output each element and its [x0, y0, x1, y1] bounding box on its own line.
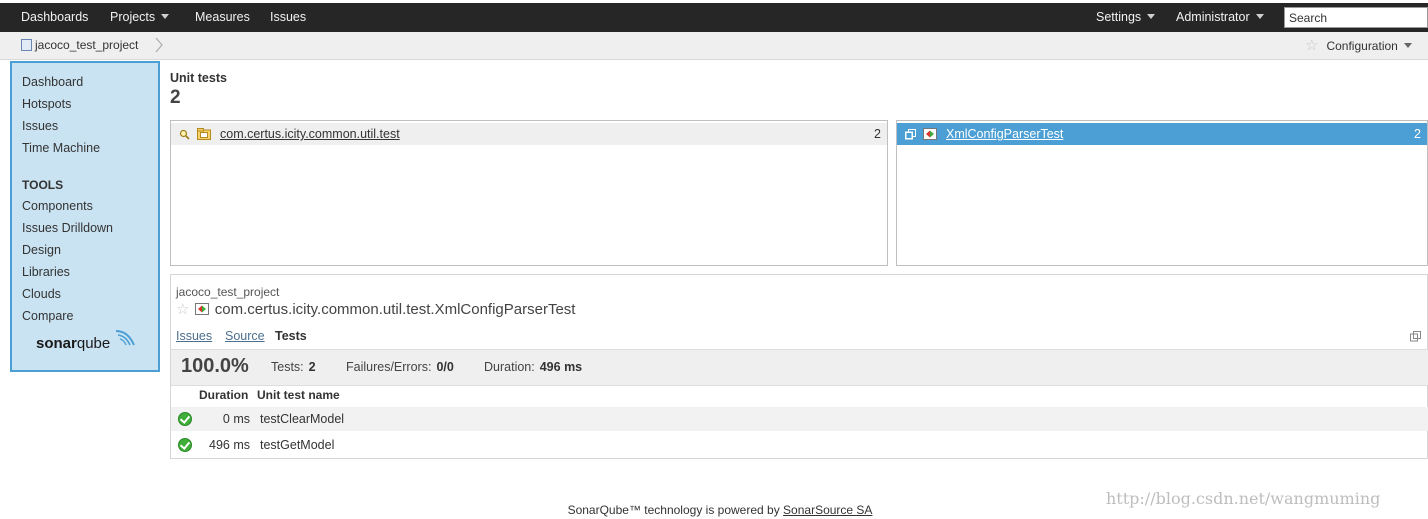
logo-waves-icon — [115, 330, 135, 346]
configuration-menu[interactable]: ☆ Configuration — [1305, 32, 1412, 59]
sidebar-item-hotspots[interactable]: Hotspots — [22, 97, 71, 111]
chevron-down-icon — [1403, 43, 1412, 49]
test-class-icon — [923, 128, 937, 140]
star-icon[interactable]: ☆ — [1305, 37, 1318, 54]
nav-settings[interactable]: Settings — [1096, 3, 1156, 32]
sidebar-item-compare[interactable]: Compare — [22, 309, 73, 323]
package-test-count: 2 — [874, 127, 881, 141]
package-link[interactable]: com.certus.icity.common.util.test — [220, 123, 400, 145]
sidebar-item-dashboard[interactable]: Dashboard — [22, 75, 83, 89]
sidebar-item-issues-drilldown[interactable]: Issues Drilldown — [22, 221, 113, 235]
file-link[interactable]: XmlConfigParserTest — [946, 123, 1063, 145]
logo-text-light: qube — [76, 335, 111, 352]
tab-issues[interactable]: Issues — [176, 329, 212, 343]
breadcrumb-arrow-icon — [155, 37, 163, 53]
logo-text-bold: sonar — [36, 335, 77, 352]
list-item-selected[interactable]: XmlConfigParserTest 2 — [897, 123, 1427, 145]
breadcrumb-bar: jacoco_test_project ☆ Configuration — [0, 32, 1428, 60]
magnifier-icon[interactable] — [179, 129, 190, 140]
open-in-window-icon[interactable] — [1410, 331, 1421, 342]
breadcrumb-project: jacoco_test_project — [35, 38, 139, 52]
unit-tests-count: 2 — [170, 87, 181, 108]
chevron-down-icon — [1255, 14, 1264, 20]
footer-link[interactable]: SonarSource SA — [783, 503, 872, 517]
duration-value: 496 ms — [539, 360, 583, 374]
tests-label: Tests: — [271, 360, 304, 374]
failures-metric: Failures/Errors: 0/0 — [346, 360, 454, 374]
column-header-test-name[interactable]: Unit test name — [257, 388, 340, 402]
sidebar-item-clouds[interactable]: Clouds — [22, 287, 61, 301]
tests-metric: Tests: 2 — [271, 360, 316, 374]
footer-text: SonarQube™ technology is powered by — [567, 503, 780, 517]
tab-source[interactable]: Source — [225, 329, 265, 343]
duration-label: Duration: — [484, 360, 535, 374]
test-summary-bar: 100.0% Tests: 2 Failures/Errors: 0/0 Durat… — [171, 349, 1428, 386]
files-column: XmlConfigParserTest 2 — [896, 120, 1428, 266]
top-navbar: Dashboards Projects Measures Issues Sett… — [0, 3, 1428, 32]
nav-administrator-label: Administrator — [1176, 10, 1250, 24]
test-duration: 496 ms — [209, 438, 250, 452]
sidebar: Dashboard Hotspots Issues Time Machine T… — [10, 61, 160, 372]
detail-project-name: jacoco_test_project — [176, 285, 280, 299]
nav-settings-label: Settings — [1096, 10, 1142, 24]
configuration-label: Configuration — [1326, 39, 1398, 53]
list-item[interactable]: com.certus.icity.common.util.test 2 — [171, 123, 887, 145]
test-name: testClearModel — [260, 412, 345, 426]
open-in-window-icon[interactable] — [905, 129, 916, 140]
success-check-icon — [178, 438, 192, 452]
star-icon[interactable]: ☆ — [176, 301, 189, 318]
nav-measures[interactable]: Measures — [195, 3, 250, 32]
chevron-down-icon — [161, 14, 170, 20]
nav-projects[interactable]: Projects — [110, 3, 170, 32]
watermark: http://blog.csdn.net/wangmuming — [1106, 489, 1381, 508]
column-header-duration[interactable]: Duration — [199, 388, 248, 402]
sidebar-item-time-machine[interactable]: Time Machine — [22, 141, 100, 155]
nav-projects-label: Projects — [110, 10, 156, 24]
table-row[interactable]: 496 ms testGetModel — [171, 433, 1428, 457]
page-title: Unit tests — [170, 71, 227, 85]
sidebar-tools-heading: TOOLS — [22, 178, 64, 192]
failures-value: 0/0 — [436, 360, 454, 374]
sidebar-item-libraries[interactable]: Libraries — [22, 265, 70, 279]
detail-file-name: ☆ com.certus.icity.common.util.test.XmlC… — [176, 300, 575, 318]
test-name: testGetModel — [260, 438, 335, 452]
test-duration: 0 ms — [222, 412, 250, 426]
test-class-icon — [194, 303, 209, 315]
packages-column: com.certus.icity.common.util.test 2 — [170, 120, 888, 266]
failures-label: Failures/Errors: — [346, 360, 432, 374]
chevron-down-icon — [1147, 14, 1156, 20]
nav-administrator[interactable]: Administrator — [1176, 3, 1264, 32]
success-rate: 100.0% — [181, 355, 249, 377]
duration-metric: Duration: 496 ms — [484, 360, 582, 374]
nav-dashboards[interactable]: Dashboards — [21, 3, 88, 32]
sidebar-item-design[interactable]: Design — [22, 243, 61, 257]
sidebar-item-components[interactable]: Components — [22, 199, 93, 213]
detail-file-name-text: com.certus.icity.common.util.test.XmlCon… — [214, 301, 576, 318]
tab-tests[interactable]: Tests — [275, 329, 307, 343]
breadcrumb[interactable]: jacoco_test_project — [21, 32, 138, 59]
project-icon — [21, 38, 32, 51]
sonarqube-logo: sonarqube — [36, 330, 135, 352]
package-icon — [197, 128, 211, 140]
success-check-icon — [178, 412, 192, 426]
search-input[interactable] — [1284, 7, 1428, 28]
file-test-count: 2 — [1414, 127, 1421, 141]
table-row[interactable]: 0 ms testClearModel — [171, 407, 1428, 431]
nav-issues[interactable]: Issues — [270, 3, 306, 32]
sidebar-item-issues[interactable]: Issues — [22, 119, 58, 133]
tests-value: 2 — [308, 360, 316, 374]
test-detail-panel: jacoco_test_project ☆ com.certus.icity.c… — [170, 274, 1428, 459]
